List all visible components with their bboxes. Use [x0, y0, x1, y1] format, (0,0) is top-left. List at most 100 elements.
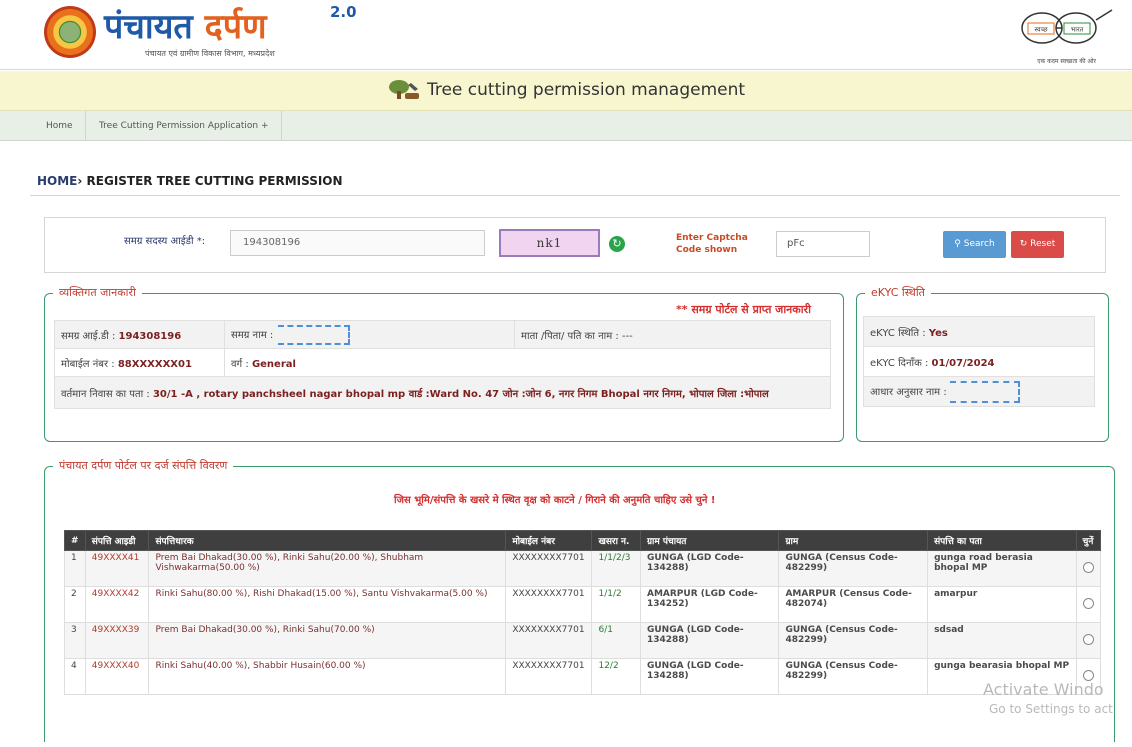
table-header-row: # संपत्ति आइडी संपत्तिधारक मोबाईल नंबर ख… [64, 530, 1102, 551]
property-id-link[interactable]: 49XXXX41 [84, 550, 150, 587]
table-row: वर्तमान निवास का पता : 30/1 -A , rotary … [54, 376, 831, 409]
property-legend: पंचायत दर्पण पोर्टल पर दर्ज संपत्ति विवर… [53, 458, 234, 473]
breadcrumb-home[interactable]: HOME [37, 174, 77, 188]
category-value: General [251, 358, 296, 370]
panchayat-darpan-logo[interactable]: पंचायत दर्पण [104, 2, 267, 48]
panchayat-emblem-icon [44, 6, 96, 58]
samagra-name-label: समग्र नाम : [231, 329, 274, 341]
mobile-cell: XXXXXXXX7701 [505, 586, 593, 623]
col-header-property-id: संपत्ति आइडी [84, 530, 150, 551]
member-id-label: समग्र सदस्य आईडी *: [124, 236, 206, 247]
breadcrumb-divider [30, 195, 1120, 196]
property-id-link[interactable]: 49XXXX42 [84, 586, 150, 623]
table-row: आधार अनुसार नाम : [863, 376, 1095, 407]
samagra-portal-note: ** समग्र पोर्टल से प्राप्त जानकारी [676, 303, 811, 316]
mobile-cell: XXXXXXXX7701 [505, 622, 593, 659]
mobile-cell: XXXXXXXX7701 [505, 658, 593, 695]
col-header-owner: संपत्तिधारक [148, 530, 507, 551]
reset-button[interactable]: ↻ Reset [1011, 231, 1064, 258]
module-title: Tree cutting permission management [426, 80, 746, 100]
ekyc-table: eKYC स्थिति : Yes eKYC दिनाँक : 01/07/20… [863, 316, 1095, 407]
logo-version: 2.0 [330, 3, 357, 21]
gram-panchayat-cell: GUNGA (LGD Code-134288) [639, 550, 780, 587]
search-icon: ⚲ [954, 239, 961, 249]
tree-cutting-icon [388, 80, 419, 99]
redacted-aadhaar-name-box [949, 380, 1020, 403]
ekyc-status-value: Yes [928, 327, 948, 339]
captcha-image: nk1 [499, 229, 600, 257]
category-cell: वर्ग : General [224, 348, 831, 377]
captcha-label: Enter Captcha Code shown [676, 233, 748, 255]
address-cell: amarpur [927, 586, 1077, 623]
owner-cell: Rinki Sahu(80.00 %), Rishi Dhakad(15.00 … [148, 586, 507, 623]
mobile-label: मोबाईल नंबर : [61, 358, 115, 370]
col-header-gram: ग्राम [778, 530, 929, 551]
owner-cell: Prem Bai Dhakad(30.00 %), Rinki Sahu(20.… [148, 550, 507, 587]
address-cell: वर्तमान निवास का पता : 30/1 -A , rotary … [54, 376, 831, 409]
parent-name-label: माता /पिता/ पति का नाम : [521, 330, 619, 342]
property-id-link[interactable]: 49XXXX39 [84, 622, 150, 659]
col-header-select: चुनें [1075, 530, 1102, 551]
col-header-address: संपत्ति का पता [927, 530, 1077, 551]
select-cell [1075, 550, 1102, 587]
category-label: वर्ग : [231, 358, 249, 370]
gram-cell: GUNGA (Census Code-482299) [778, 550, 929, 587]
gram-panchayat-cell: GUNGA (LGD Code-134288) [639, 658, 780, 695]
table-row: 1 49XXXX41 Prem Bai Dhakad(30.00 %), Rin… [64, 550, 1102, 587]
property-table: # संपत्ति आइडी संपत्तिधारक मोबाईल नंबर ख… [64, 530, 1102, 695]
mobile-value: 88XXXXXX01 [117, 358, 192, 370]
address-value: 30/1 -A , rotary panchsheel nagar bhopal… [152, 388, 769, 400]
gram-panchayat-cell: GUNGA (LGD Code-134288) [639, 622, 780, 659]
owner-cell: Rinki Sahu(40.00 %), Shabbir Husain(60.0… [148, 658, 507, 695]
nav-tree-cutting-application-menu[interactable]: Tree Cutting Permission Application + [87, 111, 282, 141]
select-cell [1075, 622, 1102, 659]
search-button[interactable]: ⚲ Search [943, 231, 1006, 258]
samagra-id-label: समग्र आई.डी : [61, 330, 116, 342]
table-row: मोबाईल नंबर : 88XXXXXX01 वर्ग : General [54, 348, 831, 377]
col-header-khasra: खसरा न. [591, 530, 641, 551]
mobile-cell: मोबाईल नंबर : 88XXXXXX01 [54, 348, 225, 377]
main-nav: Home Tree Cutting Permission Application… [0, 111, 1132, 141]
select-radio[interactable] [1082, 562, 1094, 573]
select-radio[interactable] [1082, 634, 1094, 645]
ekyc-date-cell: eKYC दिनाँक : 01/07/2024 [863, 346, 1095, 377]
mobile-cell: XXXXXXXX7701 [505, 550, 593, 587]
table-row: 2 49XXXX42 Rinki Sahu(80.00 %), Rishi Dh… [64, 586, 1102, 623]
ekyc-legend: eKYC स्थिति [865, 285, 931, 300]
col-header-gram-panchayat: ग्राम पंचायत [639, 530, 780, 551]
select-radio[interactable] [1082, 598, 1094, 609]
search-button-label: Search [963, 239, 995, 249]
logo-title-part2: दर्पण [204, 7, 267, 47]
col-header-mobile: मोबाईल नंबर [505, 530, 593, 551]
property-id-link[interactable]: 49XXXX40 [84, 658, 150, 695]
ekyc-date-label: eKYC दिनाँक : [870, 357, 929, 369]
ekyc-status-cell: eKYC स्थिति : Yes [863, 316, 1095, 347]
nav-home-link[interactable]: Home [34, 111, 86, 141]
khasra-cell: 1/1/2 [591, 586, 641, 623]
ekyc-date-value: 01/07/2024 [931, 357, 995, 369]
property-selection-note: जिस भूमि/संपत्ति के खसरे मे स्थित वृक्ष … [394, 495, 716, 506]
address-cell: sdsad [927, 622, 1077, 659]
samagra-id-value: 194308196 [118, 330, 182, 342]
aadhaar-name-label: आधार अनुसार नाम : [870, 386, 947, 398]
col-header-index: # [64, 530, 86, 551]
captcha-input[interactable]: pFc [776, 231, 870, 257]
khasra-cell: 6/1 [591, 622, 641, 659]
member-id-input[interactable]: 194308196 [230, 230, 485, 256]
breadcrumb: HOME› REGISTER TREE CUTTING PERMISSION [37, 174, 343, 188]
breadcrumb-separator: › [77, 174, 83, 188]
khasra-cell: 12/2 [591, 658, 641, 695]
logo-subtitle: पंचायत एवं ग्रामीण विकास विभाग, मध्यप्रद… [145, 49, 275, 58]
parent-name-value: --- [621, 330, 633, 342]
personal-info-legend: व्यक्तिगत जानकारी [53, 285, 142, 300]
site-header: पंचायत दर्पण 2.0 पंचायत एवं ग्रामीण विका… [0, 0, 1132, 70]
captcha-refresh-icon[interactable]: ↻ [609, 236, 625, 252]
samagra-name-cell: समग्र नाम : [224, 320, 515, 349]
personal-info-table: समग्र आई.डी : 194308196 समग्र नाम : माता… [54, 320, 831, 409]
swachh-bharat-logo-icon: स्वच्छ भारत [1021, 9, 1113, 44]
redacted-name-box [278, 324, 351, 345]
samagra-id-cell: समग्र आई.डी : 194308196 [54, 320, 225, 349]
row-index: 3 [64, 622, 86, 659]
windows-activation-watermark-sub: Go to Settings to act [989, 702, 1113, 716]
sbm-caption: एक कदम स्वच्छता की ओर [1037, 58, 1096, 65]
